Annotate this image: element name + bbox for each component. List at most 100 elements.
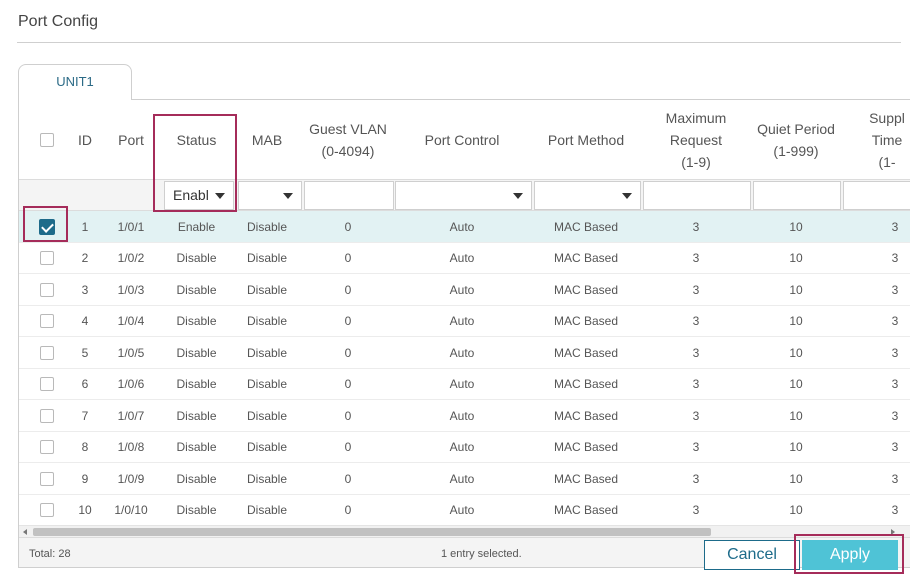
port-control-filter-select[interactable] (395, 181, 532, 210)
row-checkbox[interactable] (39, 408, 54, 423)
cancel-button[interactable]: Cancel (704, 540, 800, 570)
cell-mab: Disable (246, 440, 288, 454)
cell-port: 1/0/7 (117, 408, 145, 423)
cell-port-method: MAC Based (553, 408, 619, 423)
header-guest-vlan[interactable]: Guest VLAN (0-4094) (301, 100, 395, 180)
cell-status: Disable (176, 282, 217, 297)
cell-id: 2 (81, 251, 89, 265)
cell-status: Disable (176, 408, 217, 423)
row-checkbox[interactable] (39, 251, 54, 265)
cell-max-request: 3 (692, 440, 700, 454)
filter-row: Enabl (19, 180, 910, 211)
cell-quiet-period: 10 (789, 408, 803, 423)
cell-port-method: MAC Based (553, 471, 619, 486)
cell-status: Disable (176, 345, 217, 360)
row-checkbox[interactable] (39, 471, 54, 486)
cell-id: 6 (81, 377, 89, 391)
cell-supplicant-timeout: 3 (891, 471, 899, 486)
cell-supplicant-timeout: 3 (891, 314, 899, 328)
chevron-down-icon (513, 193, 523, 199)
supplicant-timeout-filter-input[interactable] (843, 181, 910, 210)
cell-quiet-period: 10 (789, 314, 803, 328)
row-checkbox[interactable] (39, 440, 54, 454)
cell-port: 1/0/8 (117, 440, 145, 454)
header-max-request[interactable]: Maximum Request (1-9) (645, 100, 747, 180)
table-row[interactable]: 3 1/0/3 Disable Disable 0 Auto MAC Based 3 10 3 (19, 274, 910, 306)
quiet-period-filter-input[interactable] (753, 181, 841, 210)
port-method-filter-select[interactable] (534, 181, 641, 210)
header-port[interactable]: Port (109, 100, 153, 180)
header-mab[interactable]: MAB (239, 100, 295, 180)
table-row[interactable]: 2 1/0/2 Disable Disable 0 Auto MAC Based 3 10 3 (19, 243, 910, 274)
cell-id: 4 (81, 314, 89, 328)
guest-vlan-filter-input[interactable] (304, 181, 394, 210)
chevron-down-icon (215, 193, 225, 199)
status-filter-value: Enabl (173, 187, 209, 203)
cell-quiet-period: 10 (789, 345, 803, 360)
cell-guest-vlan: 0 (344, 377, 352, 391)
header-port-control[interactable]: Port Control (397, 100, 527, 180)
row-checkbox[interactable] (39, 345, 54, 360)
cell-mab: Disable (246, 503, 288, 517)
cell-guest-vlan: 0 (344, 408, 352, 423)
table-header: ID Port Status MAB Guest VLAN (0-4094) P… (19, 100, 910, 180)
cell-guest-vlan: 0 (344, 503, 352, 517)
cell-port: 1/0/5 (117, 345, 145, 360)
header-status[interactable]: Status (160, 100, 233, 180)
table-row[interactable]: 8 1/0/8 Disable Disable 0 Auto MAC Based 3 10 3 (19, 432, 910, 463)
table-row[interactable]: 4 1/0/4 Disable Disable 0 Auto MAC Based 3 10 3 (19, 306, 910, 337)
cell-port: 1/0/1 (117, 219, 145, 234)
cell-supplicant-timeout: 3 (891, 282, 899, 297)
status-filter-select[interactable]: Enabl (164, 181, 234, 210)
cell-quiet-period: 10 (789, 282, 803, 297)
row-checkbox[interactable] (39, 282, 54, 297)
cell-status: Disable (176, 314, 217, 328)
table-row[interactable]: 6 1/0/6 Disable Disable 0 Auto MAC Based 3 10 3 (19, 369, 910, 400)
header-quiet-period[interactable]: Quiet Period (1-999) (751, 100, 841, 180)
cell-quiet-period: 10 (789, 377, 803, 391)
table-row[interactable]: 5 1/0/5 Disable Disable 0 Auto MAC Based 3 10 3 (19, 337, 910, 369)
header-supplicant-timeout[interactable]: Suppl Time (1- (857, 100, 910, 180)
cell-port-method: MAC Based (553, 503, 619, 517)
cell-max-request: 3 (692, 503, 700, 517)
scroll-right-icon[interactable] (891, 529, 895, 535)
cell-mab: Disable (246, 282, 288, 297)
cell-id: 1 (81, 219, 89, 234)
page-title: Port Config (18, 13, 99, 30)
apply-button[interactable]: Apply (802, 540, 898, 570)
mab-filter-select[interactable] (238, 181, 302, 210)
scroll-left-icon[interactable] (23, 529, 27, 535)
row-checkbox[interactable] (39, 503, 54, 517)
table-row[interactable]: 1 1/0/1 Enable Disable 0 Auto MAC Based 3 10 3 (19, 211, 910, 243)
cell-mab: Disable (246, 251, 288, 265)
cell-port-control: Auto (449, 251, 475, 265)
check-icon[interactable] (38, 218, 55, 235)
cell-id: 10 (78, 503, 92, 517)
cell-guest-vlan: 0 (344, 345, 352, 360)
horizontal-scrollbar[interactable] (19, 525, 910, 537)
table-row[interactable]: 7 1/0/7 Disable Disable 0 Auto MAC Based 3 10 3 (19, 400, 910, 432)
cell-quiet-period: 10 (789, 503, 803, 517)
cell-supplicant-timeout: 3 (891, 345, 899, 360)
table-row[interactable]: 9 1/0/9 Disable Disable 0 Auto MAC Based 3 10 3 (19, 463, 910, 495)
max-request-filter-input[interactable] (643, 181, 751, 210)
cell-id: 3 (81, 282, 89, 297)
row-checkbox[interactable] (39, 377, 54, 391)
cell-mab: Disable (246, 377, 288, 391)
cell-guest-vlan: 0 (344, 440, 352, 454)
cell-mab: Disable (246, 314, 288, 328)
table-row[interactable]: 10 1/0/10 Disable Disable 0 Auto MAC Based 3 10 3 (19, 495, 910, 526)
chevron-down-icon (622, 193, 632, 199)
cell-port-method: MAC Based (553, 219, 619, 234)
cell-port-control: Auto (449, 377, 475, 391)
header-port-method[interactable]: Port Method (529, 100, 643, 180)
cell-max-request: 3 (692, 282, 700, 297)
scrollbar-thumb[interactable] (33, 528, 711, 536)
cell-supplicant-timeout: 3 (891, 219, 899, 234)
cell-guest-vlan: 0 (344, 314, 352, 328)
header-id[interactable]: ID (64, 100, 106, 180)
select-all-checkbox[interactable] (39, 133, 54, 147)
tab-unit1[interactable]: UNIT1 (18, 64, 132, 100)
cell-port-method: MAC Based (553, 314, 619, 328)
row-checkbox[interactable] (39, 314, 54, 328)
